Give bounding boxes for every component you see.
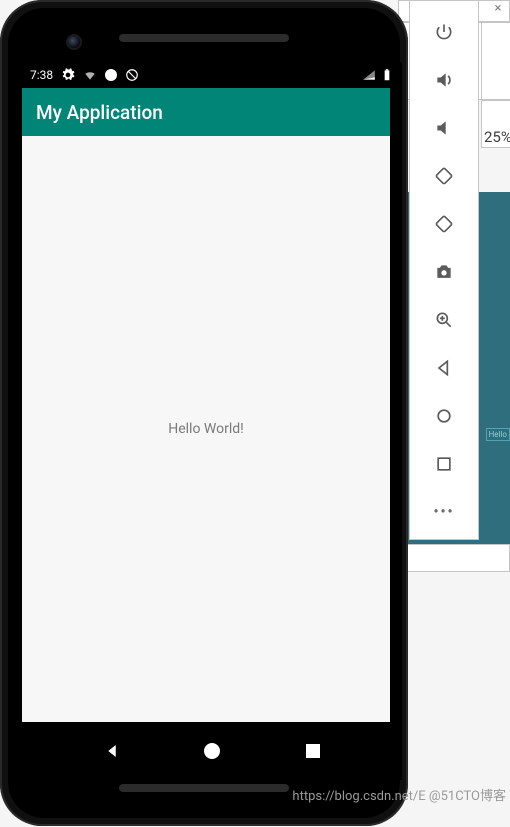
zoom-in-icon[interactable] bbox=[433, 309, 455, 331]
front-camera bbox=[66, 34, 82, 50]
volume-down-icon[interactable] bbox=[433, 117, 455, 139]
rotate-right-icon[interactable] bbox=[433, 213, 455, 235]
no-sim-icon bbox=[125, 68, 139, 82]
emulator-device-frame: 7:38 My Application Hello World! bbox=[0, 0, 408, 826]
ide-panel bbox=[398, 544, 510, 572]
device-screen: 7:38 My Application Hello World! bbox=[22, 62, 402, 780]
speaker-grille bbox=[119, 34, 289, 42]
watermark-text: https://blog.csdn.net/E @51CTO博客 bbox=[292, 785, 506, 804]
nav-back-button[interactable] bbox=[101, 740, 123, 762]
rotate-left-icon[interactable] bbox=[433, 165, 455, 187]
preview-label: Hello bbox=[486, 428, 510, 441]
volume-up-icon[interactable] bbox=[433, 69, 455, 91]
emulator-toolbar: ••• bbox=[409, 0, 479, 540]
greeting-text: Hello World! bbox=[168, 421, 244, 437]
battery-icon bbox=[380, 68, 394, 82]
emulator-overview-icon[interactable] bbox=[433, 453, 455, 475]
app-window: My Application Hello World! bbox=[22, 88, 390, 722]
nav-home-button[interactable] bbox=[201, 740, 223, 762]
android-status-bar: 7:38 bbox=[22, 62, 402, 88]
android-nav-bar bbox=[22, 722, 402, 780]
emulator-back-icon[interactable] bbox=[433, 357, 455, 379]
zoom-label: 25% bbox=[484, 128, 510, 146]
window-close-button[interactable]: × bbox=[488, 0, 508, 18]
emulator-home-icon[interactable] bbox=[433, 405, 455, 427]
power-icon[interactable] bbox=[433, 21, 455, 43]
more-icon[interactable]: ••• bbox=[433, 501, 455, 523]
screen-edge bbox=[390, 88, 402, 722]
status-dot-icon bbox=[105, 69, 117, 81]
device-bezel: 7:38 My Application Hello World! bbox=[8, 8, 400, 818]
signal-icon bbox=[362, 68, 376, 82]
camera-icon[interactable] bbox=[433, 261, 455, 283]
ide-panel bbox=[481, 22, 510, 100]
gear-icon bbox=[61, 68, 75, 82]
app-title: My Application bbox=[36, 101, 163, 124]
nav-overview-button[interactable] bbox=[302, 740, 324, 762]
status-time: 7:38 bbox=[30, 68, 53, 82]
wifi-icon bbox=[83, 68, 97, 82]
speaker-grille bbox=[119, 784, 289, 792]
app-content: Hello World! bbox=[22, 136, 390, 722]
app-bar: My Application bbox=[22, 88, 390, 136]
